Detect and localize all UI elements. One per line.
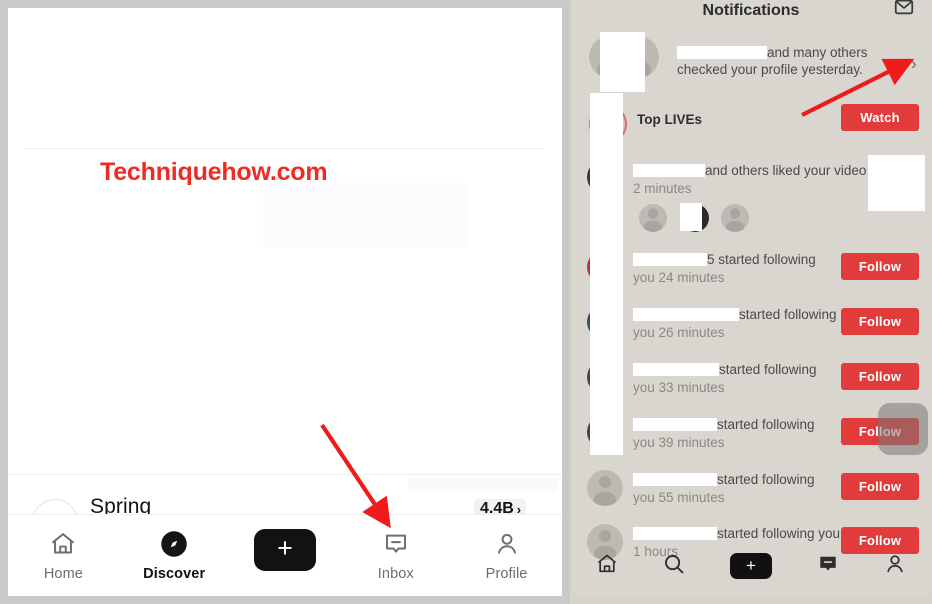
envelope-icon[interactable]: [893, 0, 915, 23]
search-icon: [665, 554, 684, 573]
nav-item-create[interactable]: +: [243, 529, 327, 578]
redacted-username: [633, 527, 717, 540]
person-icon: [493, 529, 521, 559]
follow-text: 5 started following: [633, 251, 816, 268]
bottom-navigation-bar: Home Discover + Inbox Profile: [8, 514, 562, 596]
mini-avatar[interactable]: [639, 204, 667, 232]
nav-item-discover[interactable]: Discover: [132, 529, 216, 582]
follow-text: started following you: [633, 525, 840, 542]
plus-icon[interactable]: +: [247, 529, 322, 571]
follow-time: you 33 minutes: [633, 380, 725, 395]
redacted-username: [677, 46, 767, 59]
plus-icon[interactable]: +: [725, 553, 776, 579]
follow-time: you 24 minutes: [633, 270, 725, 285]
redaction-box: [868, 155, 925, 211]
redacted-username: [633, 164, 705, 177]
left-phone-panel: Techniquehow.com ·· Spring 4.4B ›: [0, 0, 570, 604]
redacted-username: [633, 418, 717, 431]
feed-divider-top: [26, 148, 544, 149]
follow-time: you 39 minutes: [633, 435, 725, 450]
nav-item-search[interactable]: [662, 552, 686, 581]
follow-time: you 26 minutes: [633, 325, 725, 340]
redacted-username: [633, 308, 739, 321]
inbox-icon: [382, 529, 410, 559]
avatar: [587, 470, 623, 506]
notification-row-follow[interactable]: started following you 26 minutes Follow: [573, 303, 929, 349]
follow-button[interactable]: Follow: [841, 473, 919, 500]
feed-divider-bottom: [8, 474, 562, 475]
person-icon: [887, 554, 903, 572]
redaction-bar: [590, 93, 623, 455]
follow-text: started following: [633, 361, 817, 378]
nav-label-home: Home: [43, 566, 83, 582]
nav-item-inbox[interactable]: [816, 552, 840, 581]
follow-text: started following: [633, 471, 815, 488]
notification-row-follow[interactable]: started following you 39 minutes Follow: [573, 413, 929, 459]
follow-text: started following: [633, 416, 815, 433]
feed-placeholder-block-2: [408, 478, 558, 492]
watermark-text: Techniquehow.com: [100, 158, 328, 186]
profile-views-text: and many others checked your profile yes…: [677, 45, 868, 77]
nav-item-home[interactable]: [595, 552, 619, 581]
nav-item-home[interactable]: Home: [21, 529, 105, 582]
notifications-header: Notifications: [573, 0, 929, 30]
bottom-navigation-bar: +: [573, 544, 929, 588]
nav-label-profile: Profile: [485, 566, 528, 582]
watch-button[interactable]: Watch: [841, 104, 919, 131]
nav-item-inbox[interactable]: Inbox: [354, 529, 438, 582]
redacted-username: [633, 363, 719, 376]
liked-video-time: 2 minutes: [633, 181, 692, 196]
redacted-username: [633, 473, 717, 486]
compass-icon: [159, 529, 189, 559]
touch-highlight-overlay: [878, 403, 928, 455]
home-icon: [49, 529, 77, 559]
inbox-icon: [819, 556, 836, 570]
notification-row-follow[interactable]: 5 started following you 24 minutes Follo…: [573, 248, 929, 294]
mini-avatar[interactable]: [721, 204, 749, 232]
chevron-right-icon[interactable]: ›: [911, 54, 917, 74]
top-lives-label: Top LIVEs: [637, 112, 703, 127]
follow-button[interactable]: Follow: [841, 308, 919, 335]
tiktok-feed-screen: Techniquehow.com ·· Spring 4.4B ›: [8, 8, 562, 596]
nav-label-inbox: Inbox: [377, 566, 414, 582]
home-icon: [597, 554, 616, 572]
notification-row-follow[interactable]: started following you 33 minutes Follow: [573, 358, 929, 404]
plus-glyph: +: [746, 555, 756, 575]
nav-label-discover: Discover: [143, 566, 206, 582]
follow-text: started following: [633, 306, 837, 323]
page-title: Notifications: [702, 2, 800, 19]
nav-item-profile[interactable]: Profile: [465, 529, 549, 582]
feed-placeholder-block: [263, 183, 468, 248]
follow-time: you 55 minutes: [633, 490, 725, 505]
redaction-box: [680, 203, 702, 231]
follow-button[interactable]: Follow: [841, 363, 919, 390]
notification-row-follow[interactable]: started following you 55 minutes Follow: [573, 468, 929, 514]
screenshot-root: Techniquehow.com ·· Spring 4.4B ›: [0, 0, 932, 604]
redacted-username: [633, 253, 707, 266]
plus-glyph: +: [277, 533, 293, 563]
liked-video-text: and others liked your video: [633, 162, 893, 179]
nav-item-profile[interactable]: [883, 552, 907, 581]
follow-button[interactable]: Follow: [841, 253, 919, 280]
redaction-box: [600, 32, 645, 92]
